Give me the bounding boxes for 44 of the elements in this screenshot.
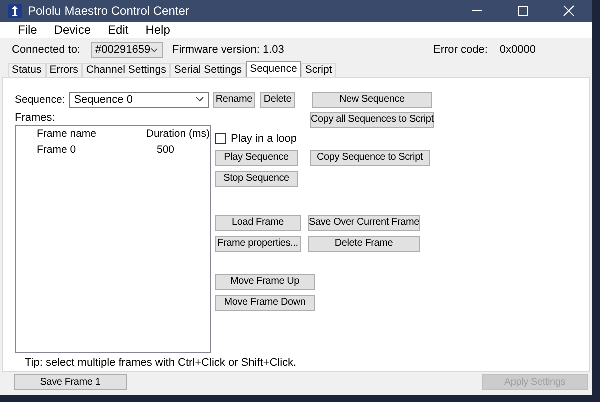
window-title: Pololu Maestro Control Center bbox=[28, 4, 190, 18]
loop-checkbox[interactable] bbox=[215, 133, 226, 144]
table-cell: 500 bbox=[157, 144, 175, 156]
delete-button[interactable]: Delete bbox=[260, 92, 296, 108]
menu-item[interactable]: Help bbox=[138, 22, 180, 37]
column-header[interactable]: Frame name bbox=[37, 128, 146, 140]
error-code-label: Error code: bbox=[433, 44, 488, 56]
load-frame-button[interactable]: Load Frame bbox=[215, 214, 301, 231]
error-code: 0x0000 bbox=[500, 44, 536, 56]
rename-button[interactable]: Rename bbox=[213, 92, 256, 108]
caret-icon bbox=[196, 97, 204, 102]
save-frame-button[interactable]: Save Frame 1 bbox=[14, 374, 127, 390]
stop-sequence-button[interactable]: Stop Sequence bbox=[215, 170, 298, 187]
delete-frame-button[interactable]: Delete Frame bbox=[308, 236, 420, 252]
menu-item[interactable]: Device bbox=[46, 22, 100, 37]
app-icon bbox=[8, 4, 22, 18]
tab[interactable]: Errors bbox=[46, 62, 82, 77]
sequence-label: Sequence: bbox=[15, 94, 66, 106]
caret-icon bbox=[150, 48, 158, 53]
move-frame-up-button[interactable]: Move Frame Up bbox=[215, 274, 315, 290]
copy-all-sequences-button[interactable]: Copy all Sequences to Script bbox=[310, 112, 434, 128]
play-sequence-button[interactable]: Play Sequence bbox=[215, 150, 298, 166]
tab[interactable]: Status bbox=[8, 62, 46, 77]
copy-sequence-button[interactable]: Copy Sequence to Script bbox=[310, 150, 430, 166]
tip-text: Tip: select multiple frames with Ctrl+Click or Shift+Click. bbox=[25, 356, 298, 371]
move-frame-down-button[interactable]: Move Frame Down bbox=[215, 294, 315, 311]
table-cell-text: Frame 0 bbox=[37, 144, 78, 156]
frame-properties-button[interactable]: Frame properties... bbox=[215, 236, 301, 252]
new-sequence-button[interactable]: New Sequence bbox=[312, 92, 432, 108]
frames-list[interactable]: Frame name Duration (ms) Frame 0 500 bbox=[15, 124, 211, 353]
tab[interactable]: Script bbox=[301, 62, 336, 77]
sequence-dropdown[interactable]: Sequence 0 bbox=[69, 92, 210, 108]
tab[interactable]: Channel Settings bbox=[82, 62, 170, 77]
loop-label: Play in a loop bbox=[231, 132, 298, 145]
frames-label: Frames: bbox=[15, 112, 56, 124]
save-over-frame-button[interactable]: Save Over Current Frame bbox=[308, 214, 420, 231]
connected-label: Connected to: bbox=[12, 44, 80, 56]
menu-item[interactable]: File bbox=[10, 22, 46, 37]
column-header[interactable]: Duration (ms) bbox=[146, 128, 210, 140]
tab[interactable]: Serial Settings bbox=[170, 62, 246, 77]
firmware-version: Firmware version: 1.03 bbox=[172, 44, 284, 56]
device-dropdown[interactable]: #00291659 bbox=[90, 42, 162, 58]
menu-item[interactable]: Edit bbox=[100, 22, 138, 37]
tab[interactable]: Sequence bbox=[246, 60, 302, 77]
